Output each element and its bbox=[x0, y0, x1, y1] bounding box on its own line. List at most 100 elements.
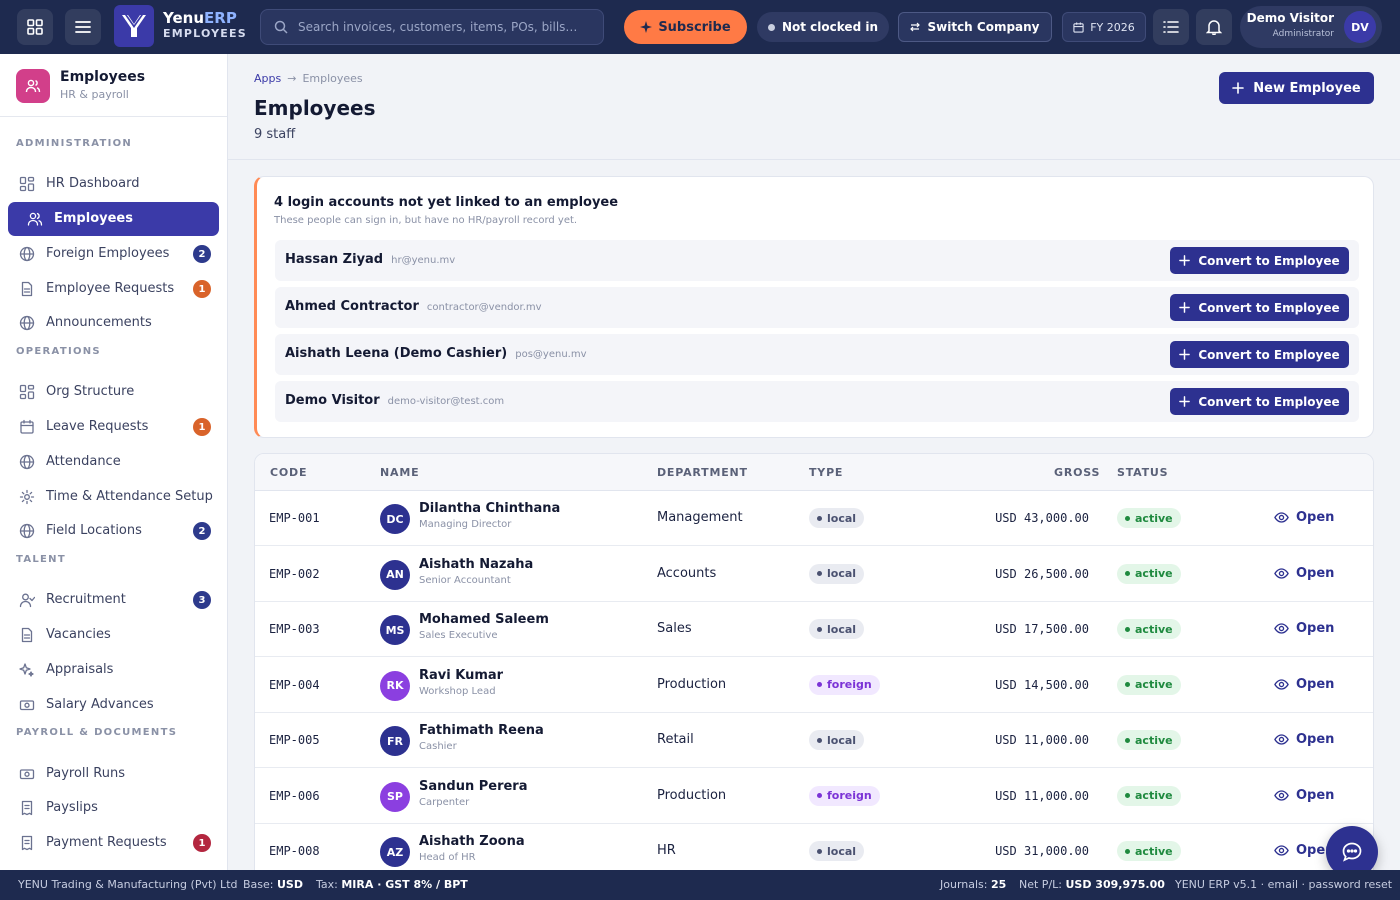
type-dot bbox=[817, 571, 822, 576]
table-row[interactable]: EMP-006 SP Sandun Perera Carpenter Productio… bbox=[255, 769, 1373, 824]
footer-base-value: USD bbox=[277, 878, 303, 891]
notifications-button[interactable] bbox=[1196, 9, 1232, 45]
column-header-gross[interactable]: GROSS bbox=[1054, 466, 1100, 479]
open-employee-link[interactable]: Open bbox=[1274, 732, 1334, 747]
open-employee-link[interactable]: Open bbox=[1274, 788, 1334, 803]
sidebar-item-employee-requests[interactable]: Employee Requests 1 bbox=[8, 272, 219, 306]
clock-status-label: Not clocked in bbox=[781, 20, 878, 34]
sidebar-item-salary-advances[interactable]: Salary Advances bbox=[8, 688, 219, 722]
switch-company-button[interactable]: Switch Company bbox=[898, 12, 1052, 42]
sidebar-item-field-locations[interactable]: Field Locations 2 bbox=[8, 514, 219, 548]
employee-name[interactable]: Aishath Zoona bbox=[419, 834, 525, 849]
unlinked-account-name: Demo Visitor bbox=[285, 393, 380, 408]
sidebar-item-announcements[interactable]: Announcements bbox=[8, 306, 219, 340]
apps-grid-button[interactable] bbox=[17, 9, 53, 45]
status-label: active bbox=[1135, 567, 1173, 580]
employee-name[interactable]: Mohamed Saleem bbox=[419, 612, 549, 627]
convert-to-employee-button[interactable]: Convert to Employee bbox=[1170, 341, 1349, 368]
sidebar-item-attendance[interactable]: Attendance bbox=[8, 445, 219, 479]
sidebar-item-vacancies[interactable]: Vacancies bbox=[8, 618, 219, 652]
breadcrumb-apps[interactable]: Apps bbox=[254, 72, 281, 85]
column-header-name[interactable]: NAME bbox=[380, 466, 419, 479]
employee-code: EMP-005 bbox=[269, 733, 320, 747]
column-header-type[interactable]: TYPE bbox=[809, 466, 843, 479]
global-search[interactable] bbox=[260, 9, 604, 45]
unlinked-account-name: Hassan Ziyad bbox=[285, 252, 384, 267]
table-row[interactable]: EMP-003 MS Mohamed Saleem Sales Executive Sa… bbox=[255, 602, 1373, 657]
column-header-department[interactable]: DEPARTMENT bbox=[657, 466, 748, 479]
convert-to-employee-button[interactable]: Convert to Employee bbox=[1170, 388, 1349, 415]
open-employee-link[interactable]: Open bbox=[1274, 566, 1334, 581]
gear-icon bbox=[19, 489, 35, 505]
table-row[interactable]: EMP-002 AN Aishath Nazaha Senior Accountant… bbox=[255, 547, 1373, 602]
sidebar-item-label: Foreign Employees bbox=[46, 246, 170, 261]
sidebar-item-time-and-attendance-setup[interactable]: Time & Attendance Setup bbox=[8, 480, 219, 514]
convert-to-employee-button[interactable]: Convert to Employee bbox=[1170, 294, 1349, 321]
open-employee-link[interactable]: Open bbox=[1274, 677, 1334, 692]
clock-status-button[interactable]: Not clocked in bbox=[757, 12, 889, 42]
type-badge: local bbox=[809, 619, 865, 639]
type-badge: local bbox=[809, 563, 865, 584]
sidebar-section-payroll-and-documents: PAYROLL & DOCUMENTS bbox=[16, 727, 178, 738]
chat-icon bbox=[1342, 842, 1362, 862]
avatar: SP bbox=[380, 781, 410, 812]
employee-code: EMP-004 bbox=[269, 677, 320, 692]
convert-button-label: Convert to Employee bbox=[1198, 347, 1340, 362]
sidebar-item-employees[interactable]: Employees bbox=[8, 202, 219, 236]
page-title: Employees bbox=[254, 96, 376, 120]
sidebar: Employees HR & payroll ADMINISTRATION HR … bbox=[0, 54, 228, 870]
employee-role: Cashier bbox=[419, 741, 457, 752]
calendar-icon bbox=[1073, 21, 1084, 33]
user-menu[interactable]: Demo Visitor Administrator DV bbox=[1240, 6, 1382, 48]
employee-name[interactable]: Aishath Nazaha bbox=[419, 557, 533, 572]
cash-icon bbox=[19, 769, 35, 780]
fiscal-year-button[interactable]: FY 2026 bbox=[1062, 12, 1146, 42]
globe-icon bbox=[19, 315, 35, 331]
dashboard-icon bbox=[19, 384, 35, 400]
sidebar-item-recruitment[interactable]: Recruitment 3 bbox=[8, 583, 219, 617]
open-employee-link[interactable]: Open bbox=[1274, 621, 1334, 636]
sidebar-item-org-structure[interactable]: Org Structure bbox=[8, 375, 219, 409]
employee-gross: USD 11,000.00 bbox=[995, 788, 1089, 803]
menu-toggle-button[interactable] bbox=[65, 9, 101, 45]
unlinked-account-email: contractor@vendor.mv bbox=[426, 302, 542, 313]
convert-to-employee-button[interactable]: Convert to Employee bbox=[1170, 247, 1349, 274]
open-label: Open bbox=[1296, 565, 1335, 581]
sidebar-item-appraisals[interactable]: Appraisals bbox=[8, 653, 219, 687]
table-header: CODE NAME DEPARTMENT TYPE GROSS STATUS bbox=[255, 454, 1373, 491]
brand-logo[interactable] bbox=[114, 5, 154, 47]
sidebar-item-payment-requests[interactable]: Payment Requests 1 bbox=[8, 826, 219, 860]
new-employee-button[interactable]: New Employee bbox=[1219, 72, 1374, 104]
status-label: active bbox=[1135, 844, 1173, 858]
sidebar-item-foreign-employees[interactable]: Foreign Employees 2 bbox=[8, 237, 219, 271]
sidebar-badge: 3 bbox=[193, 591, 211, 609]
employee-department: HR bbox=[657, 843, 676, 858]
subscribe-button[interactable]: Subscribe bbox=[624, 10, 747, 44]
open-employee-link[interactable]: Open bbox=[1274, 510, 1334, 525]
status-badge: active bbox=[1117, 730, 1181, 750]
table-row[interactable]: EMP-004 RK Ravi Kumar Workshop Lead Producti… bbox=[255, 658, 1373, 713]
task-list-button[interactable] bbox=[1153, 9, 1189, 45]
column-header-status[interactable]: STATUS bbox=[1117, 466, 1168, 479]
sidebar-item-payslips[interactable]: Payslips bbox=[8, 791, 219, 825]
document-icon bbox=[21, 281, 33, 297]
employee-name[interactable]: Ravi Kumar bbox=[419, 668, 503, 683]
sidebar-item-label: Employees bbox=[54, 211, 133, 226]
sidebar-item-payroll-runs[interactable]: Payroll Runs bbox=[8, 757, 219, 791]
sparkle-icon bbox=[19, 663, 34, 677]
clock-status-dot bbox=[767, 23, 775, 31]
employee-name[interactable]: Sandun Perera bbox=[419, 779, 528, 794]
unlinked-account-email: hr@yenu.mv bbox=[391, 255, 456, 266]
footer-net-pl-label: Net P/L: bbox=[1019, 878, 1062, 891]
table-row[interactable]: EMP-005 FR Fathimath Reena Cashier Retail loc… bbox=[255, 713, 1373, 768]
employee-name[interactable]: Dilantha Chinthana bbox=[419, 501, 560, 516]
sidebar-item-leave-requests[interactable]: Leave Requests 1 bbox=[8, 410, 219, 444]
search-input[interactable] bbox=[298, 20, 598, 34]
table-row[interactable]: EMP-001 DC Dilantha Chinthana Managing Dire… bbox=[255, 491, 1373, 546]
employee-name[interactable]: Fathimath Reena bbox=[419, 723, 544, 738]
unlinked-account-row: Aishath Leena (Demo Cashier) pos@yenu.mv C… bbox=[275, 334, 1359, 375]
column-header-code[interactable]: CODE bbox=[270, 466, 307, 479]
sidebar-item-hr-dashboard[interactable]: HR Dashboard bbox=[8, 167, 219, 201]
sidebar-item-label: Time & Attendance Setup bbox=[46, 489, 213, 504]
sidebar-item-letter-templates[interactable]: Letter Templates bbox=[8, 861, 219, 870]
